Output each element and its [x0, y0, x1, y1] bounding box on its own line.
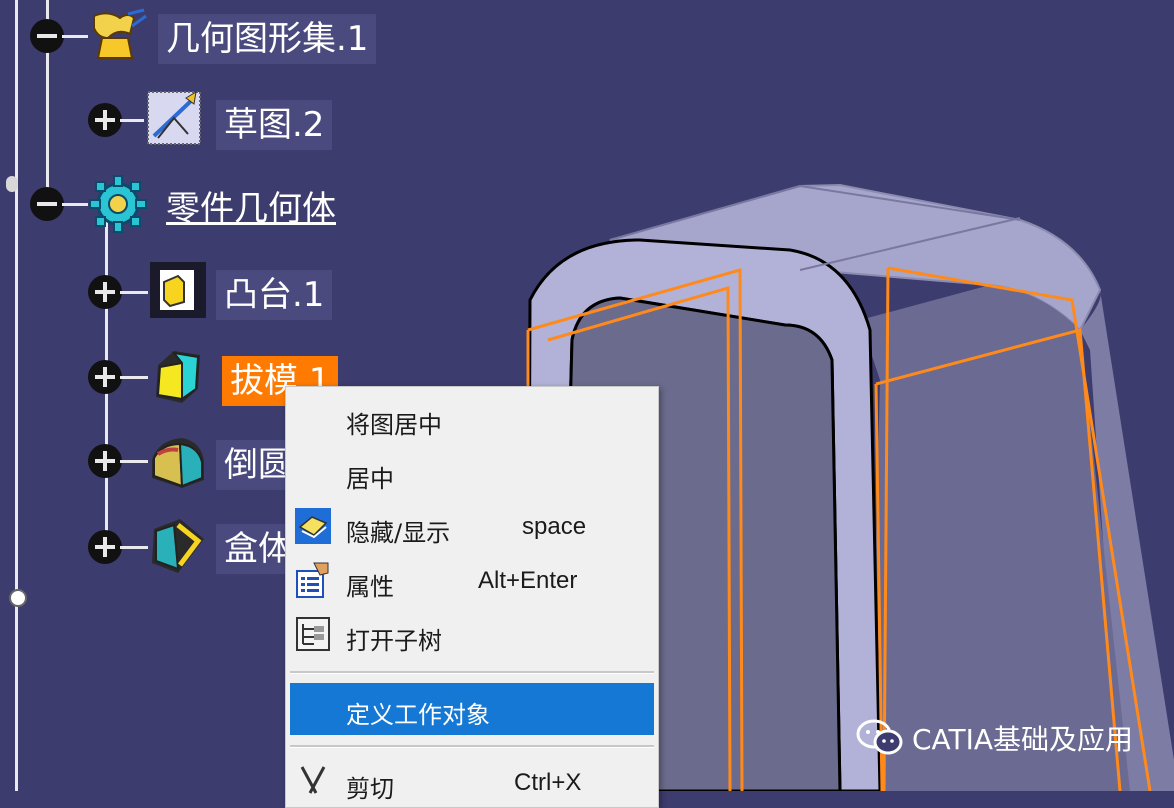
collapse-button[interactable] — [30, 187, 64, 221]
context-menu: 将图居中 居中 隐藏/显示 space 属性 Alt+Enter 打开子树 定义… — [285, 386, 659, 808]
tree-node-label[interactable]: 几何图形集.1 — [158, 14, 377, 64]
part-body-icon — [89, 175, 147, 233]
fillet-icon — [152, 438, 204, 488]
tree-connector — [120, 376, 148, 379]
menu-item-reframe[interactable]: 将图居中 — [290, 393, 654, 443]
menu-separator — [290, 671, 654, 674]
tree-connector — [62, 203, 88, 206]
menu-item-open-subtree[interactable]: 打开子树 — [290, 609, 654, 659]
menu-separator — [290, 745, 654, 748]
watermark: CATIA基础及应用 — [856, 718, 1133, 758]
watermark-text: CATIA基础及应用 — [912, 723, 1134, 756]
3d-viewport[interactable]: 几何图形集.1 草图.2 零件几何体 凸台.1 拔模.1 倒圆 盒体 将图居中 … — [0, 0, 1174, 808]
menu-item-define-work-object[interactable]: 定义工作对象 — [290, 683, 654, 735]
expand-button[interactable] — [88, 530, 122, 564]
properties-icon — [296, 562, 329, 598]
collapse-button[interactable] — [30, 19, 64, 53]
tree-connector — [62, 35, 88, 38]
wechat-icon — [856, 719, 903, 755]
sketch-icon — [147, 91, 201, 145]
tree-node-label[interactable]: 草图.2 — [216, 100, 333, 150]
menu-item-cut[interactable]: 剪切 Ctrl+X — [290, 757, 654, 807]
draft-icon — [156, 351, 200, 403]
hide-show-icon — [295, 508, 331, 544]
tree-handle-top[interactable] — [6, 176, 18, 192]
tree-handle[interactable] — [9, 589, 27, 607]
expand-button[interactable] — [88, 444, 122, 478]
tree-main-line — [15, 0, 18, 791]
geometrical-set-icon — [93, 8, 147, 59]
menu-item-center[interactable]: 居中 — [290, 447, 654, 497]
expand-button[interactable] — [88, 103, 122, 137]
menu-item-properties[interactable]: 属性 Alt+Enter — [290, 555, 654, 605]
open-subtree-icon — [296, 617, 330, 651]
expand-button[interactable] — [88, 360, 122, 394]
tree-connector — [120, 546, 148, 549]
expand-button[interactable] — [88, 275, 122, 309]
tree-connector — [120, 119, 144, 122]
cut-icon — [300, 766, 326, 794]
pad-icon — [150, 262, 206, 318]
tree-connector — [120, 291, 148, 294]
shell-icon — [152, 519, 204, 573]
tree-node-label[interactable]: 凸台.1 — [216, 270, 333, 320]
tree-connector — [120, 460, 148, 463]
menu-item-hide-show[interactable]: 隐藏/显示 space — [290, 501, 654, 551]
tree-node-label[interactable]: 零件几何体 — [158, 184, 344, 234]
